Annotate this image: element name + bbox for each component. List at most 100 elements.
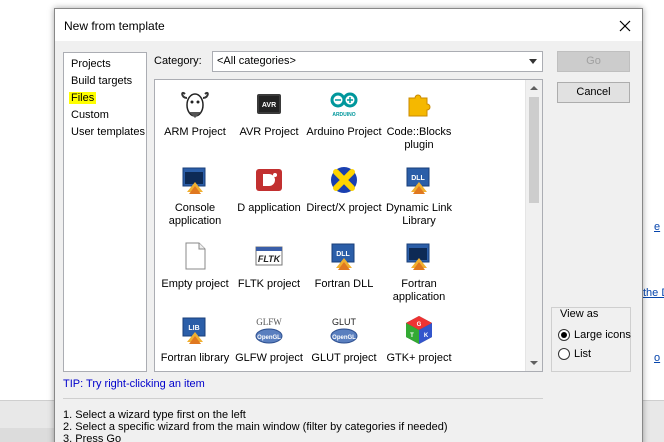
glut-icon: GLUT OpenGL (328, 314, 360, 346)
puzzle-plugin-icon (403, 88, 435, 120)
list-label: List (574, 348, 592, 360)
gtk-t-text: T (410, 333, 414, 339)
template-label: FLTK project (237, 278, 301, 290)
chevron-down-icon (529, 59, 537, 64)
close-icon (619, 20, 631, 32)
template-label: Direct/X project (306, 202, 382, 214)
template-console-application[interactable]: Console application (155, 164, 235, 228)
template-label: GLUT project (311, 352, 377, 364)
background-link[interactable]: e (654, 221, 660, 233)
instructions: 1. Select a wizard type first on the lef… (63, 409, 448, 442)
template-label: AVR Project (239, 126, 299, 138)
fltk-icon: FLTK (253, 240, 285, 272)
scroll-thumb[interactable] (529, 97, 539, 203)
radio-selected-icon (558, 329, 570, 341)
template-label: Fortran DLL (314, 278, 374, 290)
cancel-button[interactable]: Cancel (557, 82, 630, 103)
template-empty-project[interactable]: Empty project (155, 240, 235, 291)
avr-chip-icon: AVR (253, 88, 285, 120)
glfw-icon: GLFW OpenGL (253, 314, 285, 346)
category-dropdown[interactable]: <All categories> (212, 51, 543, 72)
avr-chip-text: AVR (262, 102, 276, 109)
opengl-text: OpenGL (257, 335, 281, 341)
wizard-type-build-targets[interactable]: Build targets (69, 73, 146, 90)
radio-unselected-icon (558, 348, 570, 360)
template-label: ARM Project (164, 126, 226, 138)
new-from-template-dialog: New from template Projects Build targets… (54, 8, 643, 442)
dll-text: DLL (411, 175, 425, 182)
d-lang-icon (253, 164, 285, 196)
template-dynamic-link-library[interactable]: DLL Dynamic Link Library (379, 164, 459, 228)
dialog-title: New from template (64, 19, 165, 33)
template-label: D application (237, 202, 301, 214)
template-glfw-project[interactable]: GLFW OpenGL GLFW project (229, 314, 309, 365)
wizard-type-user-templates[interactable]: User templates (69, 124, 146, 141)
gtk-icon: G T K (403, 314, 435, 346)
wizard-type-custom[interactable]: Custom (69, 107, 146, 124)
template-label: Fortran application (392, 278, 446, 303)
close-button[interactable] (614, 15, 636, 37)
view-as-group: View as Large icons List (551, 307, 631, 372)
large-icons-radio[interactable]: Large icons (558, 329, 631, 341)
wizard-type-files[interactable]: Files (69, 90, 146, 107)
template-arduino-project[interactable]: ARDUINO Arduino Project (304, 88, 384, 139)
template-fltk-project[interactable]: FLTK FLTK project (229, 240, 309, 291)
glfw-text: GLFW (256, 317, 282, 327)
wizard-type-label: Custom (71, 109, 109, 121)
lib-icon: LIB (179, 314, 211, 346)
gtk-k-text: K (424, 333, 429, 339)
arduino-icon: ARDUINO (328, 88, 360, 120)
category-dropdown-value: <All categories> (217, 55, 296, 67)
tip-text: TIP: Try right-clicking an item (63, 378, 205, 390)
template-label: Console application (168, 202, 222, 227)
lib-text: LIB (188, 325, 199, 332)
background-left-panel (0, 0, 54, 442)
template-label: Empty project (161, 278, 229, 290)
scroll-up-arrow-icon[interactable] (530, 86, 538, 90)
template-gtk-project[interactable]: G T K GTK+ project (379, 314, 459, 365)
arduino-text: ARDUINO (332, 112, 355, 118)
dll-icon: DLL (403, 164, 435, 196)
fortran-dll-icon: DLL (328, 240, 360, 272)
view-as-title: View as (560, 308, 599, 320)
template-grid[interactable]: ARM Project AVR AVR Project ARDUINO Ardu… (154, 79, 543, 372)
template-label: Dynamic Link Library (385, 202, 453, 227)
template-label: Code::Blocks plugin (386, 126, 452, 151)
go-button[interactable]: Go (557, 51, 630, 72)
template-fortran-library[interactable]: LIB Fortran library (155, 314, 235, 365)
glut-text: GLUT (332, 317, 357, 327)
wizard-type-label: Projects (71, 58, 111, 70)
opengl-text: OpenGL (332, 335, 356, 341)
template-directx-project[interactable]: Direct/X project (304, 164, 384, 215)
background-toolbar (0, 428, 56, 442)
template-avr-project[interactable]: AVR AVR Project (229, 88, 309, 139)
template-label: GTK+ project (386, 352, 452, 364)
template-fortran-application[interactable]: Fortran application (379, 240, 459, 304)
template-label: Fortran library (160, 352, 230, 364)
instruction-line: 3. Press Go (63, 433, 122, 442)
background-link[interactable]: o (654, 352, 660, 364)
template-label: Arduino Project (306, 126, 382, 138)
gnu-icon (179, 88, 211, 120)
template-d-application[interactable]: D application (229, 164, 309, 215)
wizard-type-label: User templates (71, 126, 145, 138)
template-arm-project[interactable]: ARM Project (155, 88, 235, 139)
scroll-down-arrow-icon[interactable] (530, 361, 538, 365)
console-icon (179, 164, 211, 196)
list-radio[interactable]: List (558, 348, 591, 360)
template-glut-project[interactable]: GLUT OpenGL GLUT project (304, 314, 384, 365)
wizard-type-projects[interactable]: Projects (69, 56, 146, 73)
instruction-line: 1. Select a wizard type first on the lef… (63, 409, 246, 421)
wizard-type-list[interactable]: Projects Build targets Files Custom User… (63, 52, 147, 372)
category-label: Category: (154, 55, 202, 67)
instruction-line: 2. Select a specific wizard from the mai… (63, 421, 448, 433)
dialog-titlebar: New from template (55, 9, 642, 41)
template-fortran-dll[interactable]: DLL Fortran DLL (304, 240, 384, 291)
directx-icon (328, 164, 360, 196)
wizard-type-label: Build targets (71, 75, 133, 87)
background-link[interactable]: the D (643, 287, 664, 299)
template-grid-scrollbar[interactable] (525, 80, 542, 371)
divider (63, 398, 543, 399)
large-icons-label: Large icons (574, 329, 631, 341)
template-codeblocks-plugin[interactable]: Code::Blocks plugin (379, 88, 459, 152)
